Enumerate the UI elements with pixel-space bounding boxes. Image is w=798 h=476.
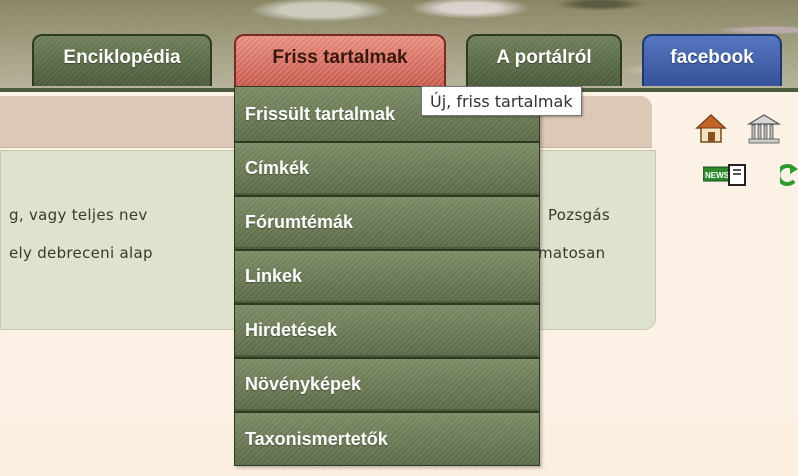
tab-a-portalrol[interactable]: A portálról <box>466 34 622 86</box>
menu-item-cimkek[interactable]: Címkék <box>235 141 539 193</box>
news-icon[interactable]: NEWS <box>702 163 747 187</box>
info-text-line-1: g, vagy teljes nev <box>9 206 148 224</box>
info-text-right-1: Pozsgás <box>548 206 611 224</box>
menu-item-forumtemak[interactable]: Fórumtémák <box>235 195 539 247</box>
menu-item-novenykepek[interactable]: Növényképek <box>235 357 539 409</box>
home-icon[interactable] <box>694 112 728 146</box>
tab-facebook[interactable]: facebook <box>642 34 782 86</box>
menu-item-hirdetesek[interactable]: Hirdetések <box>235 303 539 355</box>
menu-item-taxonismertetok[interactable]: Taxonismertetők <box>235 411 539 465</box>
info-text-line-2: ely debreceni alap <box>9 244 153 262</box>
museum-icon[interactable] <box>746 112 782 146</box>
menu-item-linkek[interactable]: Linkek <box>235 249 539 301</box>
info-text-right-2: matosan <box>538 244 606 262</box>
tab-friss-tartalmak[interactable]: Friss tartalmak <box>234 34 446 86</box>
tab-enciklopedia[interactable]: Enciklopédia <box>32 34 212 86</box>
news-icon-label: NEWS <box>705 171 730 180</box>
friss-tartalmak-dropdown: Frissült tartalmak Címkék Fórumtémák Lin… <box>234 86 540 466</box>
refresh-icon[interactable] <box>776 163 798 187</box>
tooltip: Új, friss tartalmak <box>421 86 582 116</box>
